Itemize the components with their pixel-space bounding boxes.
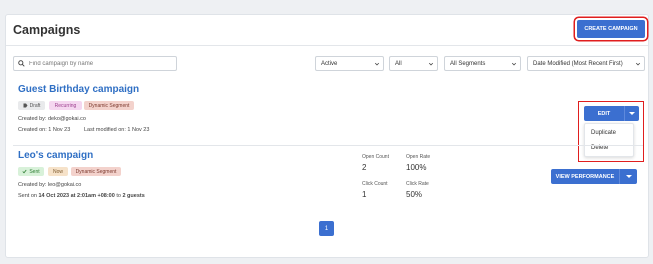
divider: [13, 145, 643, 146]
page-header: Campaigns CREATE CAMPAIGN: [6, 15, 648, 46]
status-select[interactable]: Active: [315, 56, 384, 71]
sort-select[interactable]: Date Modified (Most Recent First): [527, 56, 645, 71]
sent-badge-label: Sent: [29, 168, 40, 175]
tag-icon: [23, 103, 28, 108]
now-badge: Now: [48, 167, 68, 176]
search-icon: [18, 60, 25, 67]
segments-select-value: All Segments: [450, 60, 486, 67]
sort-select-value: Date Modified (Most Recent First): [533, 60, 623, 67]
pagination-page-button[interactable]: 1: [319, 221, 334, 236]
create-campaign-button[interactable]: CREATE CAMPAIGN: [577, 20, 645, 38]
open-count-value: 2: [362, 163, 367, 172]
edit-button-label: EDIT: [597, 110, 611, 117]
status-select-value: Active: [321, 60, 338, 67]
created-by: Created by: deko@gokai.co: [18, 116, 86, 122]
type-select[interactable]: All: [389, 56, 438, 71]
caret-down-icon: [625, 175, 632, 178]
draft-badge: Draft: [18, 101, 45, 110]
created-by: Created by: leo@gokai.co: [18, 182, 82, 188]
chevron-down-icon: [635, 62, 641, 66]
created-on: Created on: 1 Nov 23: [18, 127, 71, 133]
dynamic-segment-badge: Dynamic Segment: [84, 101, 134, 110]
edit-dropdown-toggle[interactable]: [624, 106, 639, 121]
last-modified: Last modified on: 1 Nov 23: [84, 127, 150, 133]
caret-down-icon: [629, 112, 635, 115]
chevron-down-icon: [428, 62, 434, 66]
click-count-label: Click Count: [362, 181, 388, 187]
sent-guests: 2 guests: [122, 193, 145, 199]
duplicate-menu-item[interactable]: Duplicate: [591, 130, 616, 136]
campaigns-card: Campaigns CREATE CAMPAIGN Active All All…: [5, 14, 649, 258]
edit-dropdown-menu: Duplicate Delete: [584, 123, 634, 157]
dynamic-segment-badge: Dynamic Segment: [71, 167, 121, 176]
sent-badge: Sent: [18, 167, 44, 176]
sent-prefix: Sent on: [18, 193, 39, 199]
view-performance-label: VIEW PERFORMANCE: [555, 173, 615, 180]
sent-info: Sent on 14 Oct 2023 at 2:01am +08:00 to …: [18, 193, 145, 199]
chevron-down-icon: [374, 62, 380, 66]
recurring-badge: Recurring: [49, 101, 82, 110]
performance-dropdown-toggle[interactable]: [619, 169, 637, 184]
segments-select[interactable]: All Segments: [444, 56, 521, 71]
open-count-label: Open Count: [362, 154, 389, 160]
check-icon: [22, 169, 27, 174]
campaign-title[interactable]: Guest Birthday campaign: [18, 84, 139, 95]
campaign-title[interactable]: Leo's campaign: [18, 150, 93, 161]
draft-badge-label: Draft: [29, 102, 41, 109]
page-title: Campaigns: [13, 23, 81, 37]
open-rate-label: Open Rate: [406, 154, 431, 160]
type-select-value: All: [395, 60, 402, 67]
click-rate-label: Click Rate: [406, 181, 429, 187]
click-rate-value: 50%: [406, 190, 423, 199]
search-field[interactable]: [13, 56, 177, 71]
edit-actions-group: EDIT Duplicate Delete: [578, 101, 644, 162]
sent-date: 14 Oct 2023 at 2:01am +08:00: [38, 193, 115, 199]
view-performance-button[interactable]: VIEW PERFORMANCE: [551, 169, 637, 184]
click-count-value: 1: [362, 190, 367, 199]
chevron-down-icon: [511, 62, 517, 66]
edit-button[interactable]: EDIT: [584, 106, 639, 121]
open-rate-value: 100%: [406, 163, 427, 172]
search-input[interactable]: [29, 60, 169, 67]
